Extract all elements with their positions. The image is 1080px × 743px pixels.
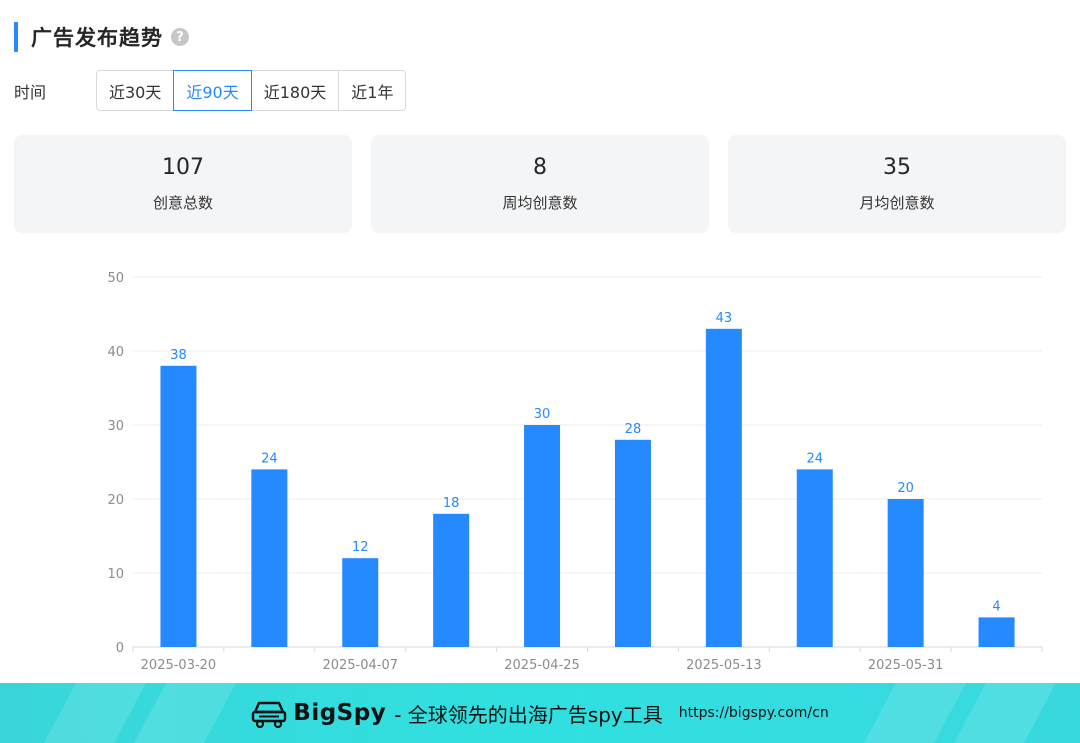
bar xyxy=(979,617,1015,647)
stat-value: 107 xyxy=(162,155,204,180)
x-tick-label: 2025-05-31 xyxy=(868,658,944,673)
time-range-option-1y[interactable]: 近1年 xyxy=(338,70,406,111)
car-icon xyxy=(251,698,287,728)
data-label: 20 xyxy=(897,481,914,496)
stat-label: 创意总数 xyxy=(153,192,213,213)
bar xyxy=(706,329,742,647)
bar xyxy=(888,499,924,647)
data-label: 12 xyxy=(352,540,369,555)
stat-card-monthly: 35 月均创意数 xyxy=(728,135,1066,233)
brand-url[interactable]: https://bigspy.com/cn xyxy=(679,705,829,721)
bar xyxy=(615,440,651,647)
y-tick-label: 30 xyxy=(107,419,124,434)
bar xyxy=(797,469,833,647)
x-tick-label: 2025-03-20 xyxy=(141,658,217,673)
brand-name: BigSpy xyxy=(293,700,386,726)
time-range-option-90d[interactable]: 近90天 xyxy=(173,70,251,111)
data-label: 24 xyxy=(261,451,278,466)
footer-banner[interactable]: BigSpy - 全球领先的出海广告spy工具 https://bigspy.c… xyxy=(0,683,1080,743)
title-accent-bar xyxy=(14,22,18,52)
time-range-option-30d[interactable]: 近30天 xyxy=(96,70,174,111)
data-label: 28 xyxy=(625,422,642,437)
bar xyxy=(160,366,196,647)
y-tick-label: 20 xyxy=(107,493,124,508)
stat-label: 月均创意数 xyxy=(859,192,934,213)
stat-card-weekly: 8 周均创意数 xyxy=(371,135,709,233)
help-icon[interactable]: ? xyxy=(171,28,189,46)
data-label: 24 xyxy=(806,451,823,466)
y-tick-label: 0 xyxy=(116,641,124,656)
stat-label: 周均创意数 xyxy=(502,192,577,213)
data-label: 43 xyxy=(716,311,733,326)
stat-value: 8 xyxy=(533,155,547,180)
page-title: 广告发布趋势 xyxy=(31,22,163,52)
time-filter: 时间 近30天 近90天 近180天 近1年 xyxy=(14,70,406,111)
y-tick-label: 50 xyxy=(107,271,124,286)
stats-row: 107 创意总数 8 周均创意数 35 月均创意数 xyxy=(14,135,1066,233)
bar xyxy=(524,425,560,647)
brand-slogan: - 全球领先的出海广告spy工具 xyxy=(394,699,663,728)
section-header: 广告发布趋势 ? xyxy=(14,22,189,52)
bar-chart-svg: 0 10 20 30 40 50 38 2025-03-20 24 12 2025-04-07 18 3… xyxy=(0,262,1080,682)
data-label: 38 xyxy=(170,348,187,363)
x-tick-label: 2025-04-07 xyxy=(322,658,398,673)
y-tick-label: 10 xyxy=(107,567,124,582)
data-label: 4 xyxy=(992,599,1000,614)
stat-value: 35 xyxy=(883,155,911,180)
time-filter-label: 时间 xyxy=(14,79,96,103)
bar xyxy=(342,558,378,647)
bar xyxy=(433,514,469,647)
data-label: 18 xyxy=(443,496,460,511)
bar-chart: 0 10 20 30 40 50 38 2025-03-20 24 12 2025-04-07 18 3… xyxy=(0,262,1080,682)
time-range-option-180d[interactable]: 近180天 xyxy=(251,70,340,111)
bar xyxy=(251,469,287,647)
time-range-segmented-control: 近30天 近90天 近180天 近1年 xyxy=(96,70,406,111)
data-label: 30 xyxy=(534,407,551,422)
x-tick-label: 2025-05-13 xyxy=(686,658,762,673)
stat-card-total: 107 创意总数 xyxy=(14,135,352,233)
y-tick-label: 40 xyxy=(107,345,124,360)
x-tick-label: 2025-04-25 xyxy=(504,658,580,673)
